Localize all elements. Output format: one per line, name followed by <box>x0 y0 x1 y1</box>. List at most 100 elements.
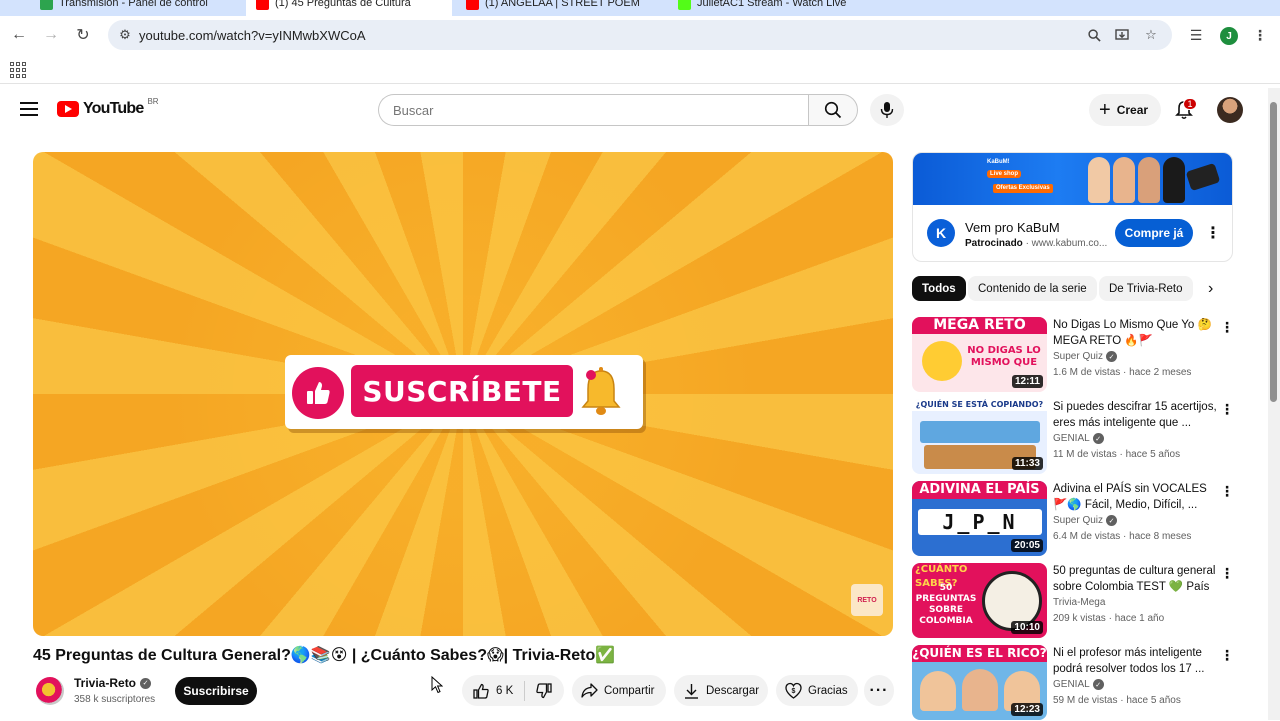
channel-name: GENIAL <box>1053 433 1090 444</box>
browser-tab[interactable]: JulietAC1 Stream - Watch Live <box>668 0 878 16</box>
recommended-video[interactable]: ¿CUÁNTO SABES? 50 PREGUNTAS SOBRE COLOMB… <box>912 563 1234 639</box>
browser-toolbar: ← → ↻ ⚙ youtube.com/watch?v=yINMwbXWCoA … <box>0 16 1280 56</box>
channel-avatar[interactable] <box>36 677 64 705</box>
page-scrollbar[interactable] <box>1268 88 1280 720</box>
channel-name-link[interactable]: Trivia-Reto ✓ <box>74 676 152 690</box>
reload-icon[interactable]: ↻ <box>72 24 94 46</box>
video-title[interactable]: 50 preguntas de cultura general sobre Co… <box>1053 563 1219 595</box>
zoom-icon[interactable] <box>1085 26 1103 44</box>
like-button[interactable]: 6 K <box>462 682 524 700</box>
dislike-button[interactable] <box>525 682 563 700</box>
thumbnail-text: MEGA RETO <box>912 317 1047 334</box>
forward-arrow-icon[interactable]: → <box>40 24 62 46</box>
voice-search-button[interactable] <box>870 94 904 126</box>
video-meta: 6.4 M de vistas · hace 8 meses <box>1053 531 1192 542</box>
verified-check-icon: ✓ <box>140 677 152 689</box>
video-menu-icon[interactable]: ⋮ <box>1220 401 1234 417</box>
video-title[interactable]: No Digas Lo Mismo Que Yo 🤔 MEGA RETO 🔥🚩 <box>1053 317 1219 349</box>
bookmark-star-icon[interactable]: ☆ <box>1142 26 1160 44</box>
ad-banner-brand: KaBuM! <box>987 159 1010 165</box>
channel-name: Trivia-Mega <box>1053 597 1106 608</box>
verified-check-icon: ✓ <box>1106 515 1118 526</box>
chip-all[interactable]: Todos <box>912 276 966 301</box>
browser-tab[interactable]: (1) ANGELAA | STREET POEM <box>456 0 664 16</box>
create-button[interactable]: + Crear <box>1089 94 1161 126</box>
apps-grid-icon[interactable] <box>10 62 26 78</box>
guide-menu-icon[interactable] <box>18 100 40 118</box>
tab-label: (1) 45 Preguntas de Cultura <box>275 0 411 9</box>
video-menu-icon[interactable]: ⋮ <box>1220 647 1234 663</box>
notification-badge: 1 <box>1183 98 1197 110</box>
video-duration: 12:23 <box>1011 703 1043 716</box>
media-controls-icon[interactable]: ☰ <box>1186 25 1206 45</box>
recommended-video[interactable]: ADIVINA EL PAÍS J_P_N 20:05 Adivina el P… <box>912 481 1234 557</box>
classroom-scene-image <box>920 421 1040 443</box>
browser-tab-active[interactable]: (1) 45 Preguntas de Cultura <box>246 0 452 16</box>
site-settings-icon[interactable]: ⚙ <box>116 26 134 44</box>
address-bar[interactable]: ⚙ youtube.com/watch?v=yINMwbXWCoA ☆ <box>108 20 1172 50</box>
youtube-wordmark: YouTube <box>83 100 144 117</box>
chevron-right-icon[interactable]: › <box>1208 280 1213 298</box>
search-button[interactable] <box>808 94 858 126</box>
search-input[interactable]: Buscar <box>378 94 809 126</box>
video-channel[interactable]: GENIAL ✓ <box>1053 433 1104 444</box>
video-title[interactable]: Si puedes descifrar 15 acertijos, eres m… <box>1053 399 1219 431</box>
ad-cta-button[interactable]: Compre já <box>1115 219 1193 247</box>
verified-check-icon: ✓ <box>1092 679 1104 690</box>
ad-banner-image[interactable]: KaBuM! Live shop Ofertas Exclusivas <box>913 153 1232 205</box>
video-channel[interactable]: Trivia-Mega <box>1053 597 1105 608</box>
chip-series[interactable]: Contenido de la serie <box>968 276 1097 301</box>
video-menu-icon[interactable]: ⋮ <box>1220 483 1234 499</box>
channel-name: Super Quiz <box>1053 351 1104 362</box>
country-code: BR <box>147 96 159 106</box>
overlay-subscribe-text: SUSCRÍBETE <box>351 365 573 417</box>
video-thumbnail[interactable]: ¿QUIÉN SE ESTÁ COPIANDO? 11:33 <box>912 399 1047 474</box>
video-channel[interactable]: Super Quiz ✓ <box>1053 515 1118 526</box>
youtube-logo[interactable]: YouTube BR <box>57 96 159 118</box>
channel-watermark[interactable]: RETO <box>851 584 883 616</box>
share-button[interactable]: Compartir <box>572 675 666 706</box>
sponsored-ad[interactable]: KaBuM! Live shop Ofertas Exclusivas K Ve… <box>912 152 1233 262</box>
browser-menu-icon[interactable]: ⋮ <box>1250 25 1270 45</box>
channel-name: Trivia-Reto <box>74 676 137 690</box>
download-button[interactable]: Descargar <box>674 675 768 706</box>
recommended-video[interactable]: ¿QUIÉN ES EL RICO? 12:23 Ni el profesor … <box>912 645 1234 721</box>
ad-person-image <box>1138 157 1160 203</box>
microphone-icon <box>880 102 894 118</box>
create-label: Crear <box>1116 103 1149 117</box>
browser-profile-avatar[interactable]: J <box>1220 27 1238 45</box>
back-arrow-icon[interactable]: ← <box>8 24 30 46</box>
install-app-icon[interactable] <box>1113 26 1131 44</box>
ad-advertiser-logo[interactable]: K <box>927 219 955 247</box>
video-thumbnail[interactable]: ¿QUIÉN ES EL RICO? 12:23 <box>912 645 1047 720</box>
video-title[interactable]: Ni el profesor más inteligente podrá res… <box>1053 645 1219 677</box>
video-menu-icon[interactable]: ⋮ <box>1220 319 1234 335</box>
tab-favicon-icon <box>466 0 479 10</box>
url-text[interactable]: youtube.com/watch?v=yINMwbXWCoA <box>139 28 366 43</box>
scrollbar-thumb[interactable] <box>1270 102 1277 402</box>
ad-banner-live: Live shop <box>987 170 1022 178</box>
video-player[interactable]: SUSCRÍBETE RETO <box>33 152 893 636</box>
recommended-video[interactable]: MEGA RETO NO DIGAS LO MISMO QUE 12:11 No… <box>912 317 1234 393</box>
video-title[interactable]: Adivina el PAÍS sin VOCALES 🚩🌎 Fácil, Me… <box>1053 481 1219 513</box>
video-thumbnail[interactable]: ADIVINA EL PAÍS J_P_N 20:05 <box>912 481 1047 556</box>
more-actions-icon[interactable]: ··· <box>864 675 894 706</box>
ad-menu-icon[interactable]: ⋮ <box>1205 223 1221 243</box>
video-thumbnail[interactable]: MEGA RETO NO DIGAS LO MISMO QUE 12:11 <box>912 317 1047 392</box>
subscribe-button[interactable]: Suscribirse <box>175 677 257 705</box>
ad-sponsored-label: Patrocinado <box>965 238 1023 249</box>
video-thumbnail[interactable]: ¿CUÁNTO SABES? 50 PREGUNTAS SOBRE COLOMB… <box>912 563 1047 638</box>
recommended-video[interactable]: ¿QUIÉN SE ESTÁ COPIANDO? 11:33 Si puedes… <box>912 399 1234 475</box>
thanks-button[interactable]: $ Gracias <box>776 675 858 706</box>
browser-tab[interactable]: Transmisión - Panel de control <box>30 0 244 16</box>
video-menu-icon[interactable]: ⋮ <box>1220 565 1234 581</box>
ad-title[interactable]: Vem pro KaBuM <box>965 220 1060 235</box>
video-meta: 59 M de vistas · hace 5 años <box>1053 695 1181 706</box>
video-channel[interactable]: Super Quiz ✓ <box>1053 351 1118 362</box>
user-avatar[interactable] <box>1217 97 1243 123</box>
video-channel[interactable]: GENIAL ✓ <box>1053 679 1104 690</box>
video-title: 45 Preguntas de Cultura General?🌎📚😵 | ¿C… <box>33 647 616 664</box>
ad-domain: · www.kabum.co... <box>1025 238 1108 249</box>
video-duration: 10:10 <box>1011 621 1043 634</box>
chip-channel[interactable]: De Trivia-Reto <box>1099 276 1193 301</box>
